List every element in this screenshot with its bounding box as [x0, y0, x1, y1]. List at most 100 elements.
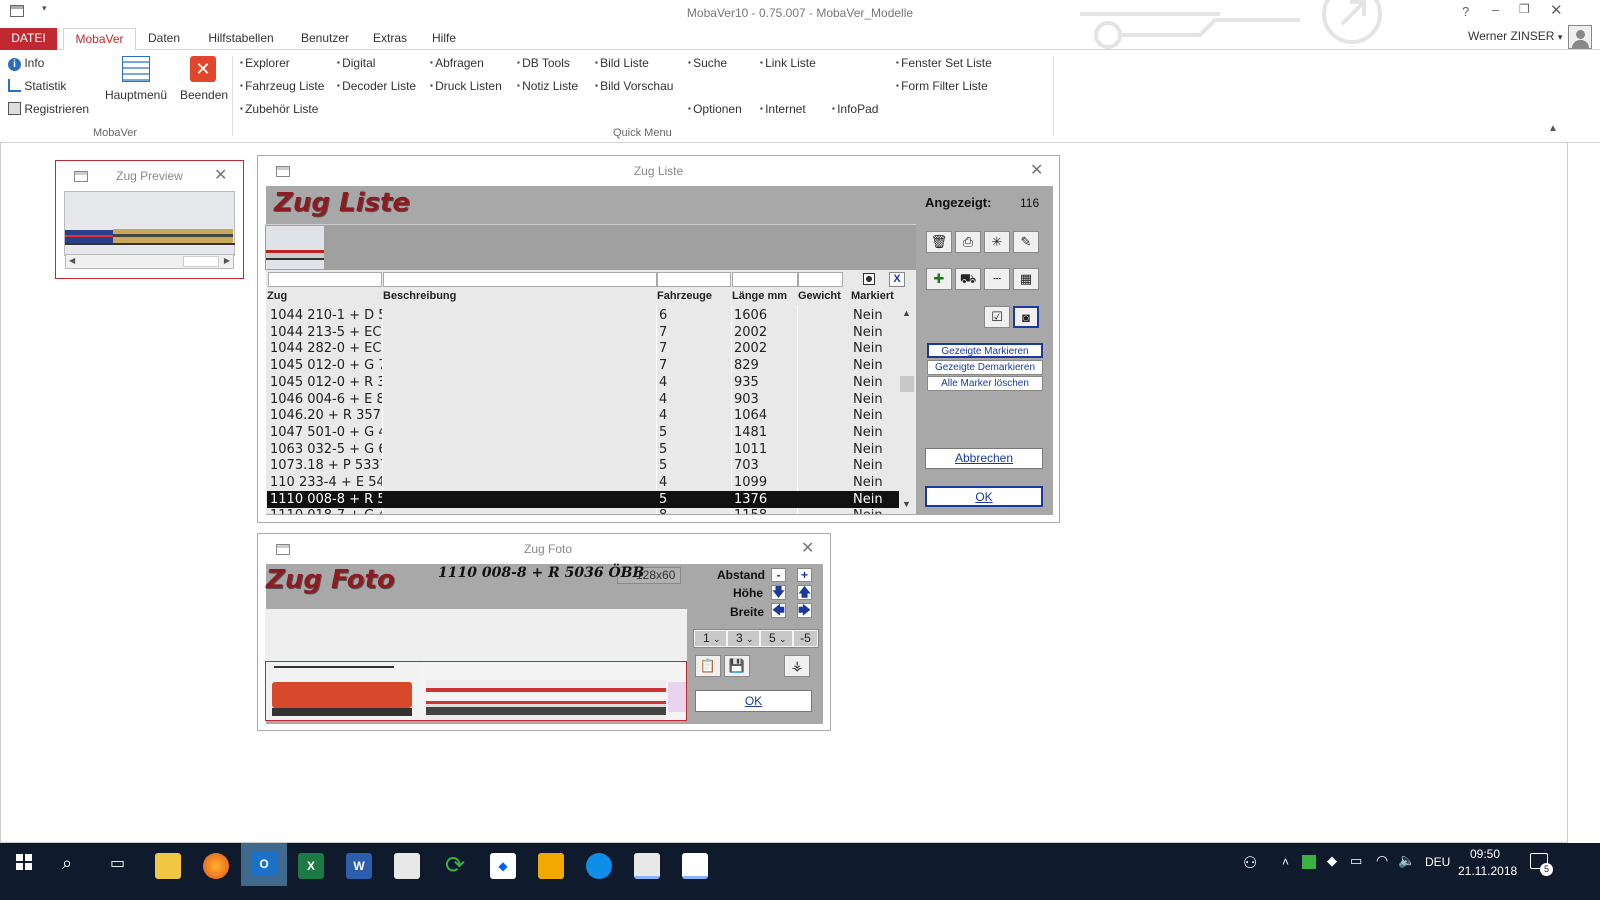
- column-header-zug[interactable]: Zug: [267, 290, 287, 302]
- hauptmenu-button[interactable]: Hauptmenü: [104, 56, 168, 102]
- close-icon[interactable]: ✕: [214, 165, 227, 185]
- quick-digital[interactable]: Digital: [337, 56, 375, 70]
- filter-fahrzeuge[interactable]: [657, 272, 731, 287]
- arrow-left-icon[interactable]: 🡄: [771, 603, 786, 618]
- photos-icon[interactable]: [682, 853, 708, 879]
- dropdown-3[interactable]: 5 ⌄: [761, 631, 792, 646]
- tab-datei[interactable]: DATEI: [0, 28, 57, 50]
- quick-infopad[interactable]: InfoPad: [832, 102, 878, 116]
- scroll-up-icon[interactable]: ▲: [902, 308, 911, 318]
- table-view-icon[interactable]: ▦: [1013, 268, 1039, 290]
- dropdown-2[interactable]: 3 ⌄: [728, 631, 759, 646]
- task-view-icon[interactable]: ▭: [110, 853, 125, 873]
- save-icon[interactable]: 💾: [724, 655, 750, 677]
- firefox-icon[interactable]: [203, 853, 229, 879]
- quick-notiz-liste[interactable]: Notiz Liste: [517, 79, 578, 93]
- dropdown-1[interactable]: 1 ⌄: [695, 631, 726, 646]
- minimize-button[interactable]: –: [1492, 2, 1499, 17]
- add-icon[interactable]: ✚: [926, 268, 952, 290]
- new-record-icon[interactable]: ✳: [984, 231, 1010, 253]
- table-row[interactable]: 1046 004-6 + E 8 4 903 Nein: [267, 391, 899, 408]
- quick-druck-listen[interactable]: Druck Listen: [430, 79, 502, 93]
- user-name[interactable]: Werner ZINSER ▾: [1468, 29, 1562, 43]
- quick-decoder-liste[interactable]: Decoder Liste: [337, 79, 416, 93]
- word-icon[interactable]: W: [346, 853, 372, 879]
- arrow-up-icon[interactable]: 🡅: [797, 585, 812, 600]
- help-button[interactable]: ?: [1462, 4, 1469, 19]
- quick-form-filter-liste[interactable]: Form Filter Liste: [896, 79, 988, 93]
- checkbox-icon[interactable]: ☑: [984, 306, 1010, 328]
- tool-icon[interactable]: [538, 853, 564, 879]
- collapse-ribbon-icon[interactable]: ▲: [1548, 123, 1558, 134]
- quick-optionen[interactable]: Optionen: [688, 102, 742, 116]
- close-button[interactable]: ✕: [1550, 1, 1563, 19]
- filter-select-icon[interactable]: [863, 273, 875, 285]
- tab-hilfstabellen[interactable]: Hilfstabellen: [203, 28, 279, 50]
- arrow-right-icon[interactable]: 🡆: [797, 603, 812, 618]
- outlook-icon[interactable]: O: [241, 843, 287, 886]
- tray-chevron-icon[interactable]: ˄: [1282, 855, 1289, 869]
- quick-suche[interactable]: Suche: [688, 56, 727, 70]
- clock-time[interactable]: 09:50: [1470, 847, 1500, 861]
- table-row[interactable]: 1073.18 + P 5337 5 703 Nein: [267, 457, 899, 474]
- table-row[interactable]: 1045 012-0 + R 3 4 935 Nein: [267, 374, 899, 391]
- quick-db-tools[interactable]: DB Tools: [517, 56, 570, 70]
- close-icon[interactable]: ✕: [801, 538, 814, 558]
- filter-gewicht[interactable]: [798, 272, 843, 287]
- table-row[interactable]: 1047 501-0 + G 4 5 1481 Nein: [267, 424, 899, 441]
- filter-beschreibung[interactable]: [383, 272, 657, 287]
- dropbox-tray-icon[interactable]: ◆: [1327, 853, 1337, 869]
- tree-icon[interactable]: ⚶: [784, 655, 810, 677]
- column-header-gewicht[interactable]: Gewicht: [798, 290, 841, 302]
- search-icon[interactable]: ⌕: [62, 853, 72, 874]
- table-row[interactable]: 110 233-4 + E 54 4 1099 Nein: [267, 474, 899, 491]
- table-row[interactable]: 1044 213-5 + EC 7 2002 Nein: [267, 324, 899, 341]
- quick-bild-liste[interactable]: Bild Liste: [595, 56, 649, 70]
- tray-app-icon[interactable]: [1302, 855, 1316, 869]
- mobaver-app-icon[interactable]: [634, 853, 660, 879]
- battery-icon[interactable]: ▭: [1350, 853, 1362, 869]
- paste-icon[interactable]: 📋: [695, 655, 721, 677]
- table-row[interactable]: 1044 282-0 + EC 7 2002 Nein: [267, 340, 899, 357]
- language-indicator[interactable]: DEU: [1425, 855, 1450, 869]
- quick-fahrzeug-liste[interactable]: Fahrzeug Liste: [240, 79, 324, 93]
- close-icon[interactable]: ✕: [1030, 160, 1043, 180]
- info-item[interactable]: i Info: [8, 56, 44, 71]
- delete-icon[interactable]: 🗑: [926, 231, 952, 253]
- quick-explorer[interactable]: Explorer: [240, 56, 290, 70]
- registrieren-item[interactable]: Registrieren: [8, 102, 89, 116]
- separator-line-icon[interactable]: ┄: [984, 268, 1010, 290]
- quick-bild-vorschau[interactable]: Bild Vorschau: [595, 79, 673, 93]
- camera-icon[interactable]: ◙: [1013, 306, 1039, 328]
- restore-button[interactable]: ❐: [1519, 2, 1530, 16]
- filter-clear-button[interactable]: X: [889, 272, 905, 287]
- tab-mobaver[interactable]: MobaVer: [63, 28, 136, 51]
- quick-zubehoer-liste[interactable]: Zubehör Liste: [240, 102, 318, 116]
- volume-icon[interactable]: 🔈: [1398, 852, 1415, 869]
- filter-laenge[interactable]: [732, 272, 798, 287]
- vertical-scrollbar[interactable]: ▲ ▼: [899, 305, 915, 514]
- edit-icon[interactable]: ✎: [1013, 231, 1039, 253]
- tab-daten[interactable]: Daten: [144, 28, 184, 50]
- table-row[interactable]: 1046.20 + R 3575 4 1064 Nein: [267, 407, 899, 424]
- excel-icon[interactable]: X: [298, 853, 324, 879]
- column-header-markiert[interactable]: Markiert: [851, 290, 894, 302]
- quick-fenster-set-liste[interactable]: Fenster Set Liste: [896, 56, 992, 70]
- quick-link-liste[interactable]: Link Liste: [760, 56, 816, 70]
- beenden-button[interactable]: ✕ Beenden: [180, 56, 228, 102]
- teamviewer-icon[interactable]: [586, 853, 612, 879]
- user-avatar[interactable]: [1568, 25, 1592, 49]
- abbrechen-button[interactable]: Abbrechen: [925, 448, 1043, 469]
- table-row[interactable]: 1110 018-7 + G 4 8 1158 Nein: [267, 507, 899, 514]
- zug-liste-ok-button[interactable]: OK: [925, 486, 1043, 507]
- filter-zug[interactable]: [268, 272, 382, 287]
- people-icon[interactable]: ⚇: [1243, 853, 1257, 873]
- zug-foto-ok-button[interactable]: OK: [695, 690, 812, 712]
- tab-hilfe[interactable]: Hilfe: [427, 28, 461, 50]
- sync-icon[interactable]: ⟳: [442, 853, 468, 879]
- wifi-icon[interactable]: ◠: [1376, 852, 1388, 869]
- scroll-thumb[interactable]: [900, 376, 914, 392]
- alle-marker-loeschen-button[interactable]: Alle Marker löschen: [927, 376, 1043, 391]
- file-explorer-icon[interactable]: [155, 853, 181, 879]
- table-row[interactable]: 1063 032-5 + G 6 5 1011 Nein: [267, 441, 899, 458]
